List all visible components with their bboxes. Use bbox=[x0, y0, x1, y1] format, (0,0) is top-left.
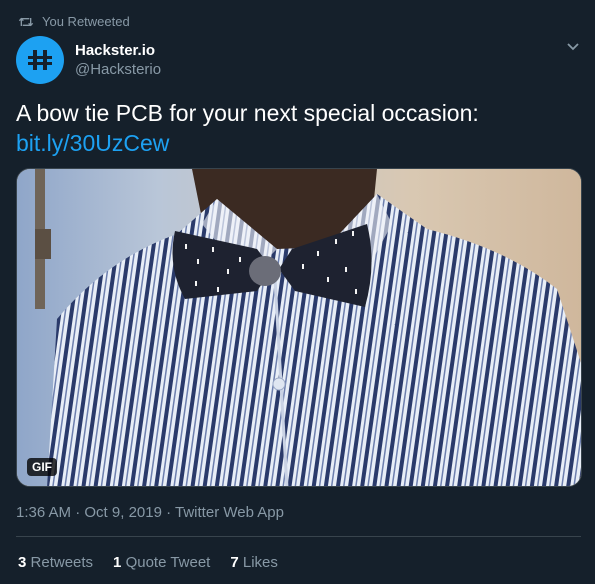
likes-count: 7 bbox=[230, 554, 239, 571]
tweet-source[interactable]: Twitter Web App bbox=[175, 504, 284, 521]
tweet-meta: 1:36 AM · Oct 9, 2019 · Twitter Web App bbox=[16, 504, 284, 521]
likes-stat[interactable]: 7 Likes bbox=[230, 554, 278, 571]
chevron-down-icon[interactable] bbox=[565, 38, 581, 54]
retweet-label: You Retweeted bbox=[42, 14, 130, 29]
engagement-stats: 3 Retweets 1 Quote Tweet 7 Likes bbox=[18, 554, 298, 571]
meta-separator: · bbox=[71, 504, 85, 521]
retweet-icon bbox=[18, 17, 34, 26]
retweets-count: 3 bbox=[18, 554, 27, 571]
tweet-link[interactable]: bit.ly/30UzCew bbox=[16, 128, 576, 158]
author-display-name[interactable]: Hackster.io bbox=[75, 41, 161, 60]
retweet-context[interactable]: You Retweeted bbox=[18, 14, 130, 29]
likes-label: Likes bbox=[242, 554, 278, 571]
bow-tie-shirt-image bbox=[17, 169, 581, 486]
quote-tweets-label: Quote Tweet bbox=[125, 554, 211, 571]
meta-separator: · bbox=[161, 504, 176, 521]
tweet-time[interactable]: 1:36 AM bbox=[16, 504, 71, 521]
tweet-text: A bow tie PCB for your next special occa… bbox=[16, 98, 576, 158]
avatar[interactable] bbox=[16, 36, 64, 84]
tweet-card: You Retweeted Hackster.io @Hacksterio A … bbox=[0, 0, 595, 584]
gif-media[interactable]: GIF bbox=[16, 168, 582, 487]
quote-tweets-stat[interactable]: 1 Quote Tweet bbox=[113, 554, 210, 571]
retweets-label: Retweets bbox=[30, 554, 94, 571]
author-block[interactable]: Hackster.io @Hacksterio bbox=[16, 36, 161, 84]
retweets-stat[interactable]: 3 Retweets bbox=[18, 554, 93, 571]
tweet-body: A bow tie PCB for your next special occa… bbox=[16, 100, 479, 126]
quote-tweets-count: 1 bbox=[113, 554, 122, 571]
gif-badge: GIF bbox=[27, 458, 57, 476]
divider bbox=[16, 536, 581, 537]
author-handle[interactable]: @Hacksterio bbox=[75, 60, 161, 80]
hackster-logo-icon bbox=[28, 50, 52, 70]
tweet-date[interactable]: Oct 9, 2019 bbox=[84, 504, 162, 521]
